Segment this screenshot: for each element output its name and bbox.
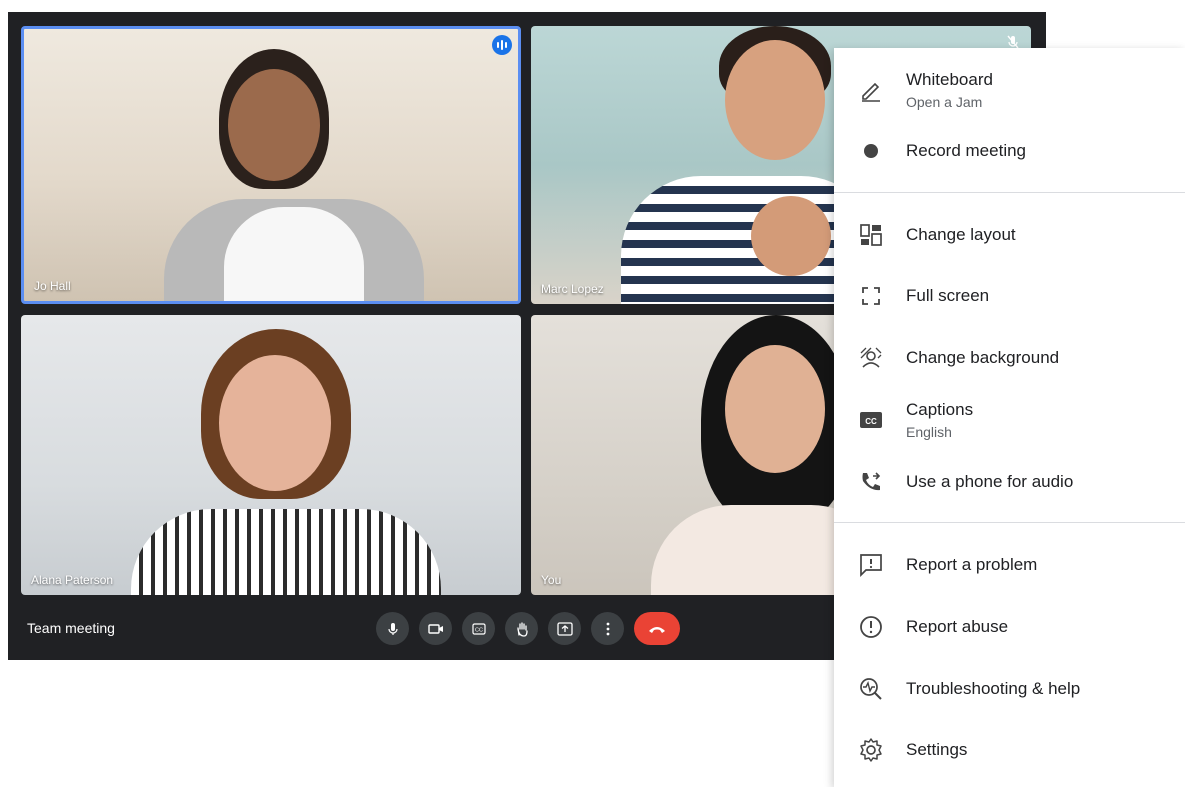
call-controls: CC bbox=[376, 612, 680, 645]
participant-video bbox=[164, 49, 424, 301]
participant-name: You bbox=[541, 573, 562, 587]
leave-call-button[interactable] bbox=[634, 612, 680, 645]
captions-button[interactable]: CC bbox=[462, 612, 495, 645]
record-icon bbox=[858, 138, 884, 164]
feedback-icon bbox=[858, 552, 884, 578]
menu-label: Change background bbox=[906, 348, 1060, 367]
cc-icon: CC bbox=[858, 407, 884, 433]
raise-hand-button[interactable] bbox=[505, 612, 538, 645]
fullscreen-icon bbox=[858, 283, 884, 309]
menu-item-report-problem[interactable]: Report a problem bbox=[834, 548, 1185, 582]
meeting-title: Team meeting bbox=[27, 620, 115, 636]
participant-tile-alana-paterson[interactable]: Alana Paterson bbox=[21, 315, 521, 595]
menu-sublabel: Open a Jam bbox=[906, 94, 983, 110]
pen-icon bbox=[858, 77, 884, 103]
menu-label: Record meeting bbox=[906, 141, 1027, 160]
menu-sublabel: English bbox=[906, 424, 952, 440]
svg-text:CC: CC bbox=[475, 627, 483, 633]
layout-icon bbox=[858, 222, 884, 248]
screenshot: Jo Hall Marc Lopez Alana Paterson You Te… bbox=[0, 0, 1185, 787]
camera-icon bbox=[427, 623, 443, 634]
microphone-button[interactable] bbox=[376, 612, 409, 645]
more-options-button[interactable] bbox=[591, 612, 624, 645]
menu-label: Full screen bbox=[906, 286, 990, 305]
menu-divider bbox=[834, 192, 1185, 193]
background-icon bbox=[858, 345, 884, 371]
camera-button[interactable] bbox=[419, 612, 452, 645]
participant-name: Marc Lopez bbox=[541, 282, 604, 296]
menu-item-whiteboard[interactable]: Whiteboard Open a Jam bbox=[834, 66, 1185, 114]
menu-label: Report a problem bbox=[906, 555, 1038, 574]
menu-item-settings[interactable]: Settings bbox=[834, 733, 1185, 767]
present-button[interactable] bbox=[548, 612, 581, 645]
hand-icon bbox=[516, 621, 528, 637]
menu-label: Troubleshooting & help bbox=[906, 679, 1081, 698]
menu-item-change-layout[interactable]: Change layout bbox=[834, 218, 1185, 252]
svg-text:CC: CC bbox=[865, 417, 877, 426]
mic-icon bbox=[387, 622, 398, 635]
settings-icon bbox=[858, 737, 884, 763]
menu-divider bbox=[834, 522, 1185, 523]
menu-item-record-meeting[interactable]: Record meeting bbox=[834, 134, 1185, 168]
participant-video bbox=[131, 329, 441, 595]
speaking-indicator-icon bbox=[492, 35, 512, 55]
phone-icon bbox=[858, 469, 884, 495]
captions-icon: CC bbox=[471, 622, 486, 635]
end-call-icon bbox=[649, 626, 665, 633]
menu-item-change-background[interactable]: Change background bbox=[834, 341, 1185, 375]
present-icon bbox=[556, 621, 573, 636]
alert-icon bbox=[858, 614, 884, 640]
more-options-menu: Whiteboard Open a Jam Record meeting Cha… bbox=[834, 48, 1185, 787]
menu-label: Whiteboard bbox=[906, 70, 993, 89]
more-vert-icon bbox=[606, 622, 609, 635]
participant-tile-jo-hall[interactable]: Jo Hall bbox=[21, 26, 521, 304]
menu-label: Captions bbox=[906, 400, 974, 419]
troubleshoot-icon bbox=[858, 676, 884, 702]
menu-item-full-screen[interactable]: Full screen bbox=[834, 279, 1185, 313]
participant-name: Jo Hall bbox=[34, 279, 71, 293]
menu-label: Use a phone for audio bbox=[906, 472, 1074, 491]
menu-item-use-phone-for-audio[interactable]: Use a phone for audio bbox=[834, 465, 1185, 499]
menu-label: Report abuse bbox=[906, 617, 1009, 636]
menu-label: Change layout bbox=[906, 225, 1016, 244]
menu-item-captions[interactable]: CC Captions English bbox=[834, 396, 1185, 444]
menu-label: Settings bbox=[906, 740, 968, 759]
menu-item-report-abuse[interactable]: Report abuse bbox=[834, 610, 1185, 644]
participant-name: Alana Paterson bbox=[31, 573, 114, 587]
menu-item-troubleshooting-help[interactable]: Troubleshooting & help bbox=[834, 672, 1185, 706]
